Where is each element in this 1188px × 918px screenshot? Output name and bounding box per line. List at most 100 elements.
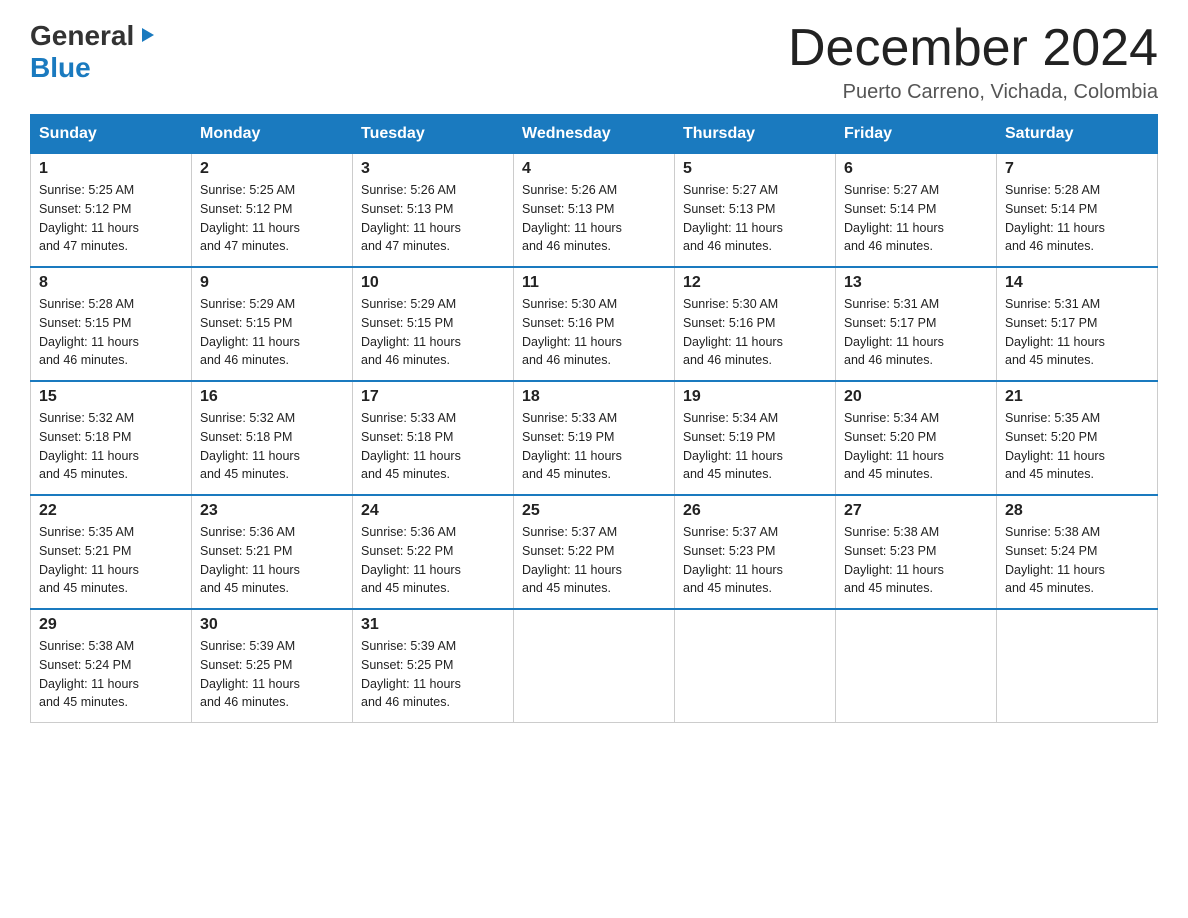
table-row: 18 Sunrise: 5:33 AMSunset: 5:19 PMDayligh… — [514, 381, 675, 495]
table-row: 10 Sunrise: 5:29 AMSunset: 5:15 PMDayligh… — [353, 267, 514, 381]
day-info: Sunrise: 5:27 AMSunset: 5:13 PMDaylight:… — [683, 181, 827, 256]
calendar-table: Sunday Monday Tuesday Wednesday Thursday… — [30, 114, 1158, 723]
table-row: 8 Sunrise: 5:28 AMSunset: 5:15 PMDaylight… — [31, 267, 192, 381]
day-info: Sunrise: 5:38 AMSunset: 5:24 PMDaylight:… — [1005, 523, 1149, 598]
day-info: Sunrise: 5:34 AMSunset: 5:19 PMDaylight:… — [683, 409, 827, 484]
col-wednesday: Wednesday — [514, 115, 675, 154]
day-info: Sunrise: 5:27 AMSunset: 5:14 PMDaylight:… — [844, 181, 988, 256]
day-info: Sunrise: 5:28 AMSunset: 5:14 PMDaylight:… — [1005, 181, 1149, 256]
table-row: 17Sunrise: 5:33 AMSunset: 5:18 PMDayligh… — [353, 381, 514, 495]
title-area: December 2024 Puerto Carreno, Vichada, C… — [788, 20, 1158, 104]
day-number: 19 — [683, 388, 827, 406]
day-info: Sunrise: 5:36 AMSunset: 5:21 PMDaylight:… — [200, 523, 344, 598]
day-number: 18 — [522, 388, 666, 406]
day-info: Sunrise: 5:32 AMSunset: 5:18 PMDaylight:… — [39, 409, 183, 484]
day-number: 1 — [39, 160, 183, 178]
col-friday: Friday — [836, 115, 997, 154]
logo: General Blue — [30, 20, 156, 84]
day-number: 20 — [844, 388, 988, 406]
day-number: 11 — [522, 274, 666, 292]
table-row: 3Sunrise: 5:26 AMSunset: 5:13 PMDaylight… — [353, 154, 514, 268]
day-info: Sunrise: 5:30 AMSunset: 5:16 PMDaylight:… — [522, 295, 666, 370]
table-row — [997, 609, 1158, 723]
day-number: 13 — [844, 274, 988, 292]
table-row: 20 Sunrise: 5:34 AMSunset: 5:20 PMDayligh… — [836, 381, 997, 495]
day-number: 10 — [361, 274, 505, 292]
col-monday: Monday — [192, 115, 353, 154]
day-info: Sunrise: 5:29 AMSunset: 5:15 PMDaylight:… — [200, 295, 344, 370]
day-info: Sunrise: 5:39 AMSunset: 5:25 PMDaylight:… — [361, 637, 505, 712]
calendar-week-3: 15 Sunrise: 5:32 AMSunset: 5:18 PMDayligh… — [31, 381, 1158, 495]
table-row: 11 Sunrise: 5:30 AMSunset: 5:16 PMDayligh… — [514, 267, 675, 381]
day-info: Sunrise: 5:31 AMSunset: 5:17 PMDaylight:… — [844, 295, 988, 370]
table-row: 7 Sunrise: 5:28 AMSunset: 5:14 PMDaylight… — [997, 154, 1158, 268]
day-info: Sunrise: 5:35 AMSunset: 5:21 PMDaylight:… — [39, 523, 183, 598]
location-subtitle: Puerto Carreno, Vichada, Colombia — [788, 81, 1158, 104]
table-row: 29Sunrise: 5:38 AMSunset: 5:24 PMDayligh… — [31, 609, 192, 723]
calendar-week-5: 29Sunrise: 5:38 AMSunset: 5:24 PMDayligh… — [31, 609, 1158, 723]
day-number: 29 — [39, 616, 183, 634]
day-info: Sunrise: 5:38 AMSunset: 5:23 PMDaylight:… — [844, 523, 988, 598]
day-info: Sunrise: 5:34 AMSunset: 5:20 PMDaylight:… — [844, 409, 988, 484]
day-number: 22 — [39, 502, 183, 520]
table-row — [836, 609, 997, 723]
day-info: Sunrise: 5:32 AMSunset: 5:18 PMDaylight:… — [200, 409, 344, 484]
table-row: 24 Sunrise: 5:36 AMSunset: 5:22 PMDayligh… — [353, 495, 514, 609]
day-number: 25 — [522, 502, 666, 520]
table-row: 9Sunrise: 5:29 AMSunset: 5:15 PMDaylight… — [192, 267, 353, 381]
table-row: 15 Sunrise: 5:32 AMSunset: 5:18 PMDayligh… — [31, 381, 192, 495]
logo-blue: Blue — [30, 52, 91, 83]
day-number: 6 — [844, 160, 988, 178]
table-row: 27 Sunrise: 5:38 AMSunset: 5:23 PMDayligh… — [836, 495, 997, 609]
col-tuesday: Tuesday — [353, 115, 514, 154]
day-number: 24 — [361, 502, 505, 520]
day-number: 16 — [200, 388, 344, 406]
day-info: Sunrise: 5:39 AMSunset: 5:25 PMDaylight:… — [200, 637, 344, 712]
col-thursday: Thursday — [675, 115, 836, 154]
calendar-week-1: 1 Sunrise: 5:25 AMSunset: 5:12 PMDaylight… — [31, 154, 1158, 268]
table-row: 14Sunrise: 5:31 AMSunset: 5:17 PMDayligh… — [997, 267, 1158, 381]
table-row: 1 Sunrise: 5:25 AMSunset: 5:12 PMDaylight… — [31, 154, 192, 268]
table-row: 31 Sunrise: 5:39 AMSunset: 5:25 PMDayligh… — [353, 609, 514, 723]
table-row: 30 Sunrise: 5:39 AMSunset: 5:25 PMDayligh… — [192, 609, 353, 723]
table-row: 23 Sunrise: 5:36 AMSunset: 5:21 PMDayligh… — [192, 495, 353, 609]
table-row: 4 Sunrise: 5:26 AMSunset: 5:13 PMDaylight… — [514, 154, 675, 268]
day-info: Sunrise: 5:33 AMSunset: 5:19 PMDaylight:… — [522, 409, 666, 484]
table-row — [514, 609, 675, 723]
calendar-week-4: 22 Sunrise: 5:35 AMSunset: 5:21 PMDayligh… — [31, 495, 1158, 609]
day-info: Sunrise: 5:26 AMSunset: 5:13 PMDaylight:… — [522, 181, 666, 256]
day-number: 7 — [1005, 160, 1149, 178]
day-number: 15 — [39, 388, 183, 406]
day-number: 23 — [200, 502, 344, 520]
table-row: 12Sunrise: 5:30 AMSunset: 5:16 PMDayligh… — [675, 267, 836, 381]
weekday-header-row: Sunday Monday Tuesday Wednesday Thursday… — [31, 115, 1158, 154]
day-number: 26 — [683, 502, 827, 520]
day-number: 27 — [844, 502, 988, 520]
col-saturday: Saturday — [997, 115, 1158, 154]
day-info: Sunrise: 5:35 AMSunset: 5:20 PMDaylight:… — [1005, 409, 1149, 484]
page-header: General Blue December 2024 Puerto Carren… — [30, 20, 1158, 104]
day-info: Sunrise: 5:37 AMSunset: 5:22 PMDaylight:… — [522, 523, 666, 598]
table-row: 16 Sunrise: 5:32 AMSunset: 5:18 PMDayligh… — [192, 381, 353, 495]
day-number: 17 — [361, 388, 505, 406]
day-info: Sunrise: 5:37 AMSunset: 5:23 PMDaylight:… — [683, 523, 827, 598]
day-info: Sunrise: 5:25 AMSunset: 5:12 PMDaylight:… — [39, 181, 183, 256]
day-number: 30 — [200, 616, 344, 634]
day-info: Sunrise: 5:28 AMSunset: 5:15 PMDaylight:… — [39, 295, 183, 370]
day-info: Sunrise: 5:36 AMSunset: 5:22 PMDaylight:… — [361, 523, 505, 598]
day-number: 5 — [683, 160, 827, 178]
table-row: 21Sunrise: 5:35 AMSunset: 5:20 PMDayligh… — [997, 381, 1158, 495]
table-row: 13 Sunrise: 5:31 AMSunset: 5:17 PMDayligh… — [836, 267, 997, 381]
table-row: 28Sunrise: 5:38 AMSunset: 5:24 PMDayligh… — [997, 495, 1158, 609]
day-info: Sunrise: 5:29 AMSunset: 5:15 PMDaylight:… — [361, 295, 505, 370]
day-number: 8 — [39, 274, 183, 292]
day-number: 3 — [361, 160, 505, 178]
col-sunday: Sunday — [31, 115, 192, 154]
table-row: 19 Sunrise: 5:34 AMSunset: 5:19 PMDayligh… — [675, 381, 836, 495]
calendar-week-2: 8 Sunrise: 5:28 AMSunset: 5:15 PMDaylight… — [31, 267, 1158, 381]
day-number: 31 — [361, 616, 505, 634]
day-number: 4 — [522, 160, 666, 178]
table-row: 26 Sunrise: 5:37 AMSunset: 5:23 PMDayligh… — [675, 495, 836, 609]
logo-triangle-icon — [138, 26, 156, 49]
table-row — [675, 609, 836, 723]
